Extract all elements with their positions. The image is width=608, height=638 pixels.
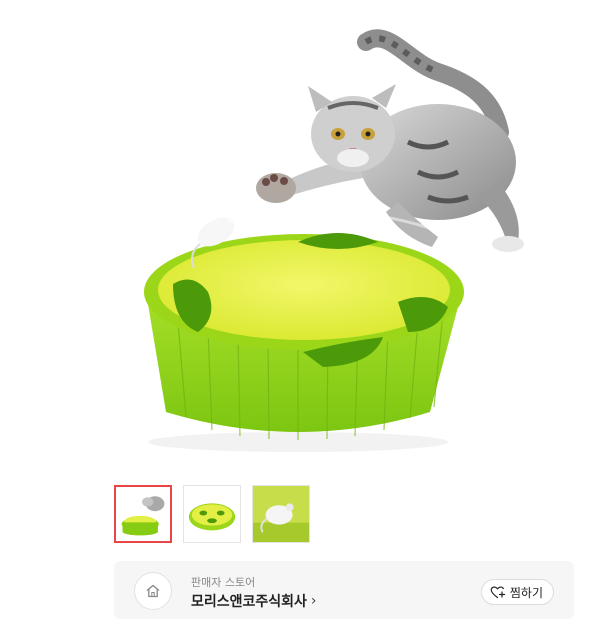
home-icon [146, 584, 160, 598]
thumbnail-1[interactable] [114, 485, 172, 543]
seller-name-link[interactable]: 모리스앤코주식회사 › [191, 591, 317, 611]
thumbnail-2[interactable] [183, 485, 241, 543]
mouse-toy-closeup-thumbnail-icon [253, 486, 309, 542]
chevron-right-icon: › [310, 593, 317, 609]
seller-caption: 판매자 스토어 [191, 576, 256, 589]
seller-store-bar: 판매자 스토어 모리스앤코주식회사 › 찜하기 [114, 561, 574, 619]
favorite-label: 찜하기 [509, 585, 543, 600]
main-product-image [108, 22, 528, 462]
favorite-button[interactable]: 찜하기 [480, 579, 554, 605]
thumbnail-list [114, 485, 310, 543]
thumbnail-3[interactable] [252, 485, 310, 543]
store-home-button[interactable] [134, 572, 172, 610]
cat-toy-thumbnail-icon [116, 487, 170, 541]
heart-plus-icon [490, 586, 505, 599]
seller-name: 모리스앤코주식회사 [191, 594, 307, 610]
green-toy-top-view-thumbnail-icon [184, 486, 240, 542]
